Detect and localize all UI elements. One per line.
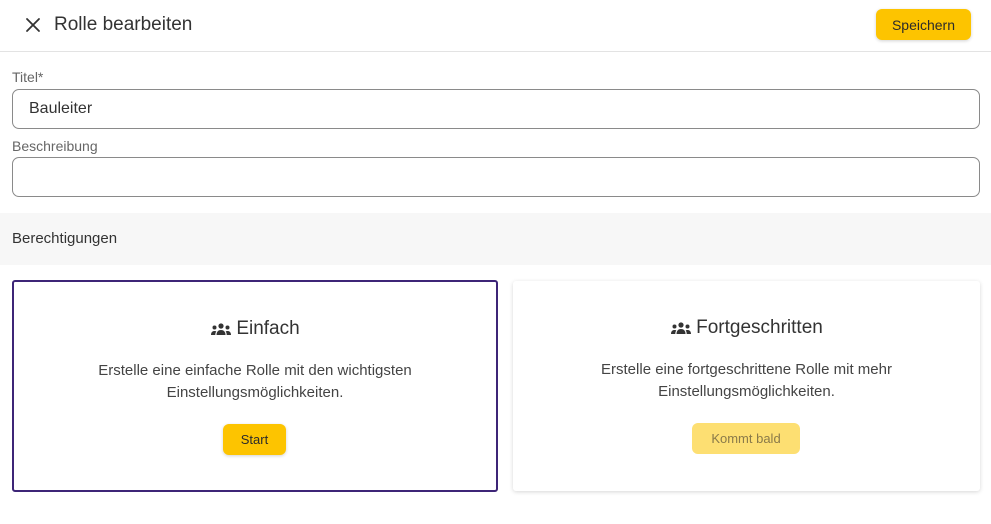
card-title-text: Fortgeschritten: [696, 317, 823, 338]
group-icon: [211, 323, 232, 335]
coming-soon-button[interactable]: Kommt bald: [692, 423, 800, 454]
save-button[interactable]: Speichern: [876, 9, 971, 40]
permissions-section-header: Berechtigungen: [0, 213, 991, 265]
card-description: Erstelle eine fortgeschrittene Rolle mit…: [601, 361, 892, 400]
card-title-text: Einfach: [236, 318, 300, 339]
card-description: Erstelle eine einfache Rolle mit den wic…: [98, 362, 412, 401]
description-label: Beschreibung: [12, 138, 98, 154]
title-input[interactable]: [12, 89, 980, 129]
card-title: Fortgeschritten: [513, 317, 980, 339]
card-title: Einfach: [14, 318, 496, 340]
page-title: Rolle bearbeiten: [54, 14, 193, 35]
start-button[interactable]: Start: [223, 424, 286, 455]
card-simple[interactable]: Einfach Erstelle eine einfache Rolle mit…: [12, 280, 498, 492]
group-icon: [671, 322, 692, 334]
header: Rolle bearbeiten Speichern: [0, 0, 991, 52]
close-button[interactable]: [20, 12, 46, 38]
description-input[interactable]: [12, 157, 980, 197]
title-label: Titel*: [12, 69, 44, 85]
section-title: Berechtigungen: [12, 230, 118, 247]
close-icon[interactable]: [25, 17, 41, 33]
card-advanced[interactable]: Fortgeschritten Erstelle eine fortgeschr…: [513, 281, 980, 491]
